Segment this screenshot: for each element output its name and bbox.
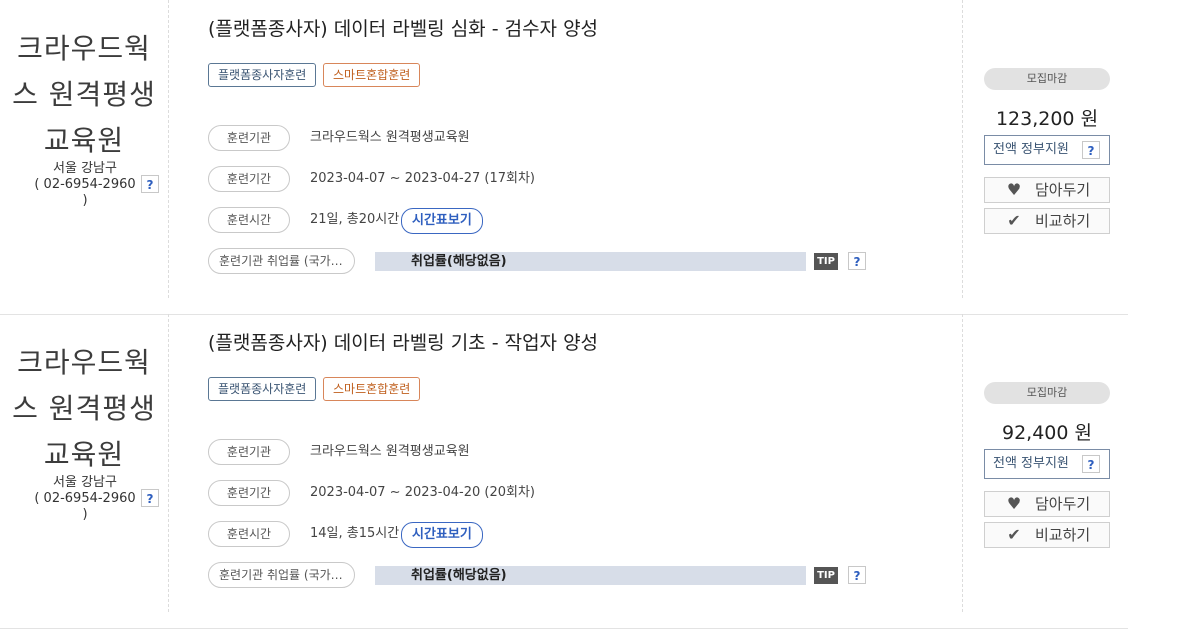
- course-info-column: (플랫폼종사자) 데이터 라벨링 심화 - 검수자 양성 플랫폼종사자훈련 스마…: [168, 0, 963, 298]
- compare-label: 비교하기: [1035, 526, 1091, 544]
- employment-help-button[interactable]: ?: [848, 566, 866, 584]
- save-label: 담아두기: [1035, 181, 1091, 199]
- employment-rate-label[interactable]: 훈련기관 취업률 (국가…: [208, 562, 355, 588]
- support-help-button[interactable]: ?: [1082, 455, 1100, 473]
- price-column: 모집마감 92,400 원 전액 정부지원 ? ♥ 담아두기 ✔ 비교하기: [963, 314, 1128, 612]
- institution-name-line: 스 원격평생: [12, 392, 156, 425]
- save-button[interactable]: ♥ 담아두기: [984, 177, 1110, 203]
- institution-name-line: 교육원: [43, 438, 125, 471]
- institution-name-line: 교육원: [43, 124, 125, 157]
- compare-button[interactable]: ✔ 비교하기: [984, 522, 1110, 548]
- time-label: 훈련시간: [208, 521, 290, 547]
- period-label: 훈련기간: [208, 480, 290, 506]
- heart-icon: ♥: [1006, 494, 1022, 513]
- timetable-button[interactable]: 시간표보기: [401, 208, 483, 234]
- time-label: 훈련시간: [208, 207, 290, 233]
- institution-help-button[interactable]: ?: [141, 489, 159, 507]
- institution-phone: ( 02-6954-2960 ): [34, 491, 136, 522]
- tag-smart-blended: 스마트혼합훈련: [323, 63, 421, 87]
- tip-badge[interactable]: TIP: [814, 567, 838, 584]
- course-title[interactable]: (플랫폼종사자) 데이터 라벨링 심화 - 검수자 양성: [208, 14, 598, 41]
- course-info-column: (플랫폼종사자) 데이터 라벨링 기초 - 작업자 양성 플랫폼종사자훈련 스마…: [168, 314, 963, 612]
- institution-region: 서울 강남구: [53, 475, 117, 490]
- check-icon: ✔: [1007, 525, 1021, 544]
- employment-rate-label[interactable]: 훈련기관 취업률 (국가…: [208, 248, 355, 274]
- save-button[interactable]: ♥ 담아두기: [984, 491, 1110, 517]
- org-label: 훈련기관: [208, 439, 290, 465]
- save-label: 담아두기: [1035, 495, 1091, 513]
- support-help-button[interactable]: ?: [1082, 141, 1100, 159]
- course-price: 92,400 원: [1001, 422, 1092, 444]
- employment-rate-bar: 취업률(해당없음): [375, 566, 806, 585]
- course-card: 크라우드웍 스 원격평생 교육원 서울 강남구 ( 02-6954-2960 )…: [0, 0, 1128, 315]
- institution-phone: ( 02-6954-2960 ): [34, 177, 136, 208]
- institution-name-line: 스 원격평생: [12, 78, 156, 111]
- time-value: 21일, 총20시간: [310, 212, 400, 227]
- price-column: 모집마감 123,200 원 전액 정부지원 ? ♥ 담아두기 ✔ 비교하기: [963, 0, 1128, 298]
- institution-name[interactable]: 크라우드웍 스 원격평생 교육원: [4, 340, 164, 478]
- institution-column: 크라우드웍 스 원격평생 교육원 서울 강남구 ( 02-6954-2960 )…: [0, 314, 169, 612]
- course-title[interactable]: (플랫폼종사자) 데이터 라벨링 기초 - 작업자 양성: [208, 328, 598, 355]
- period-value: 2023-04-07 ~ 2023-04-20 (20회차): [310, 485, 535, 500]
- compare-button[interactable]: ✔ 비교하기: [984, 208, 1110, 234]
- tag-smart-blended: 스마트혼합훈련: [323, 377, 421, 401]
- course-price: 123,200 원: [995, 108, 1099, 130]
- period-value: 2023-04-07 ~ 2023-04-27 (17회차): [310, 171, 535, 186]
- timetable-button[interactable]: 시간표보기: [401, 522, 483, 548]
- support-label: 전액 정부지원: [993, 456, 1069, 471]
- support-label: 전액 정부지원: [993, 142, 1069, 157]
- support-info: 전액 정부지원 ?: [984, 449, 1110, 479]
- course-card: 크라우드웍 스 원격평생 교육원 서울 강남구 ( 02-6954-2960 )…: [0, 314, 1128, 629]
- org-label: 훈련기관: [208, 125, 290, 151]
- heart-icon: ♥: [1006, 180, 1022, 199]
- tip-badge[interactable]: TIP: [814, 253, 838, 270]
- institution-name-line: 크라우드웍: [17, 32, 151, 65]
- employment-help-button[interactable]: ?: [848, 252, 866, 270]
- org-value: 크라우드웍스 원격평생교육원: [310, 130, 470, 145]
- compare-label: 비교하기: [1035, 212, 1091, 230]
- institution-region: 서울 강남구: [53, 161, 117, 176]
- employment-rate-bar: 취업률(해당없음): [375, 252, 806, 271]
- check-icon: ✔: [1007, 211, 1021, 230]
- tag-platform-worker: 플랫폼종사자훈련: [208, 63, 317, 87]
- status-badge: 모집마감: [984, 382, 1110, 404]
- institution-column: 크라우드웍 스 원격평생 교육원 서울 강남구 ( 02-6954-2960 )…: [0, 0, 169, 298]
- time-value: 14일, 총15시간: [310, 526, 400, 541]
- institution-name[interactable]: 크라우드웍 스 원격평생 교육원: [4, 26, 164, 164]
- support-info: 전액 정부지원 ?: [984, 135, 1110, 165]
- status-badge: 모집마감: [984, 68, 1110, 90]
- tag-platform-worker: 플랫폼종사자훈련: [208, 377, 317, 401]
- institution-help-button[interactable]: ?: [141, 175, 159, 193]
- period-label: 훈련기간: [208, 166, 290, 192]
- institution-name-line: 크라우드웍: [17, 346, 151, 379]
- org-value: 크라우드웍스 원격평생교육원: [310, 444, 470, 459]
